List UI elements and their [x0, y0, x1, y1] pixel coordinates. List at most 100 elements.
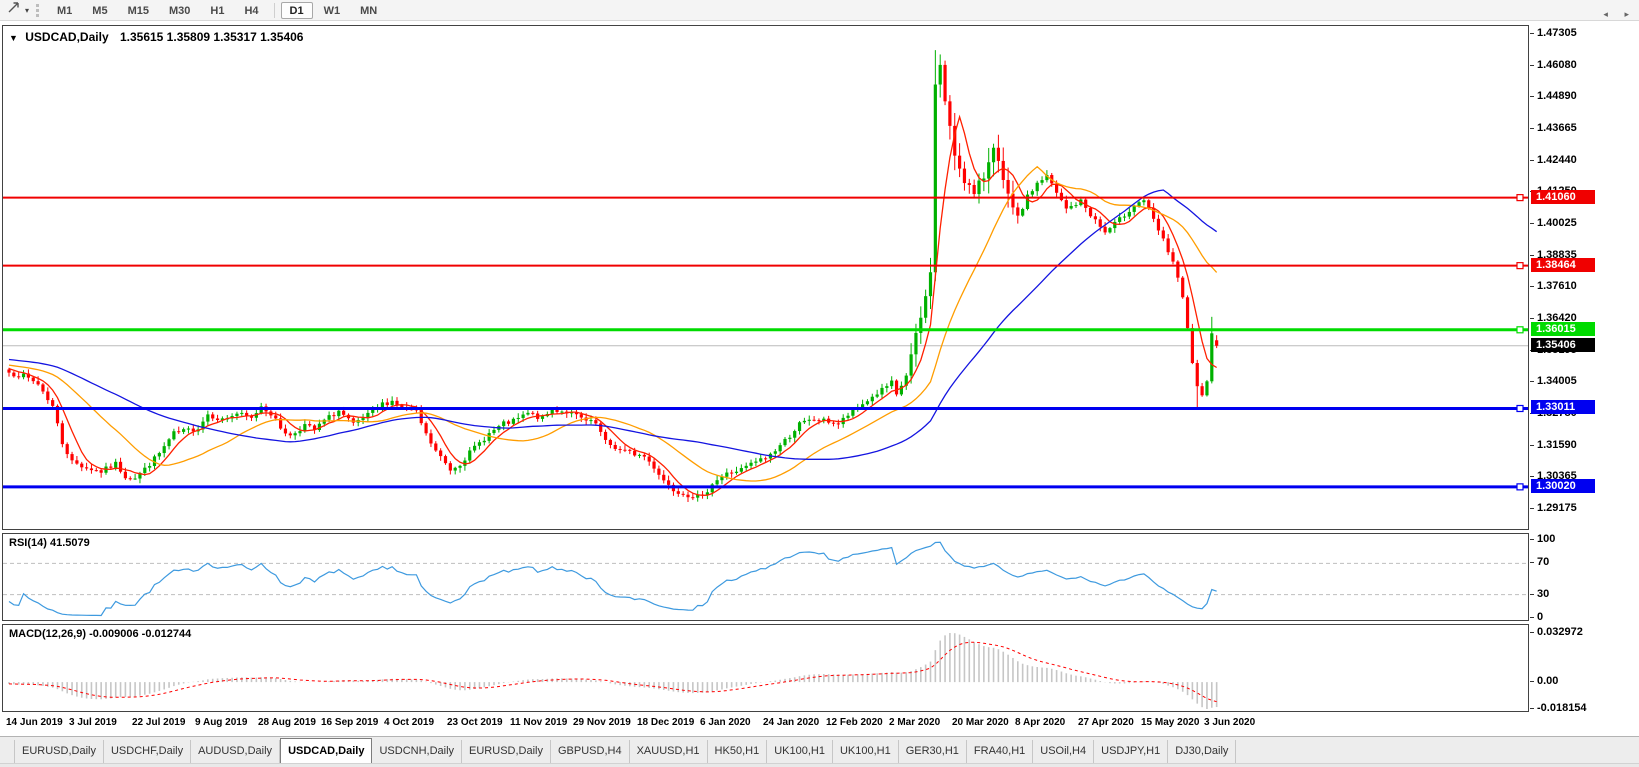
date-axis-label: 11 Nov 2019 [510, 717, 567, 728]
date-axis-label: 3 Jun 2020 [1204, 717, 1255, 728]
level-price-label: 1.30020 [1531, 479, 1595, 493]
date-axis-label: 29 Nov 2019 [573, 717, 631, 728]
ma-line-slow [9, 190, 1217, 459]
price-axis-tick: 1.34005 [1537, 375, 1577, 387]
timeframe-button-mn[interactable]: MN [351, 2, 386, 19]
date-axis-label: 3 Jul 2019 [69, 717, 117, 728]
toolbar-separator [274, 3, 275, 18]
chart-tab-fra40-h1[interactable]: FRA40,H1 [967, 740, 1033, 763]
chart-tab-hk50-h1[interactable]: HK50,H1 [708, 740, 768, 763]
chart-tab-bar: EURUSD,DailyUSDCHF,DailyAUDUSD,DailyUSDC… [0, 736, 1639, 763]
date-axis-label: 28 Aug 2019 [258, 717, 316, 728]
chart-tab-uk100-h1[interactable]: UK100,H1 [767, 740, 833, 763]
chart-tab-eurusd-daily[interactable]: EURUSD,Daily [462, 740, 551, 763]
date-axis-label: 12 Feb 2020 [826, 717, 883, 728]
timeframe-button-h4[interactable]: H4 [235, 2, 267, 19]
tab-scroll-buttons: ◂ ▸ [1589, 9, 1629, 20]
price-axis-tick: 1.47305 [1537, 27, 1577, 39]
price-chart-canvas[interactable] [3, 26, 1528, 529]
date-axis-label: 6 Jan 2020 [700, 717, 751, 728]
chart-tab-usdcad-daily[interactable]: USDCAD,Daily [280, 738, 372, 764]
axis-tick-mark [1530, 508, 1534, 509]
collapse-arrow-icon[interactable]: ▼ [9, 33, 18, 43]
macd-canvas[interactable] [3, 625, 1528, 711]
date-axis-label: 16 Sep 2019 [321, 717, 378, 728]
date-axis-label: 18 Dec 2019 [637, 717, 694, 728]
chart-tab-audusd-daily[interactable]: AUDUSD,Daily [191, 740, 280, 763]
timeframe-button-m1[interactable]: M1 [48, 2, 81, 19]
axis-tick-mark [1530, 160, 1534, 161]
chart-tab-usoil-h4[interactable]: USOil,H4 [1033, 740, 1094, 763]
rsi-label: RSI(14) 41.5079 [9, 537, 90, 549]
level-line-anchor[interactable] [1517, 327, 1523, 333]
chart-ohlc-values: 1.35615 1.35809 1.35317 1.35406 [120, 30, 304, 44]
price-axis-tick: 1.42440 [1537, 154, 1577, 166]
date-axis-label: 9 Aug 2019 [195, 717, 247, 728]
level-price-label: 1.36015 [1531, 322, 1595, 336]
tab-scroll-right-icon[interactable]: ▸ [1624, 9, 1629, 19]
chart-tab-eurusd-daily[interactable]: EURUSD,Daily [14, 740, 104, 763]
chart-tab-ger30-h1[interactable]: GER30,H1 [899, 740, 967, 763]
axis-tick-mark [1530, 632, 1534, 633]
axis-tick-mark [1530, 223, 1534, 224]
date-axis-label: 23 Oct 2019 [447, 717, 503, 728]
chart-tab-uk100-h1[interactable]: UK100,H1 [833, 740, 899, 763]
chart-tab-usdjpy-h1[interactable]: USDJPY,H1 [1094, 740, 1168, 763]
toolbar-grip-handle[interactable] [36, 4, 40, 17]
axis-tick-mark [1530, 96, 1534, 97]
timeframe-button-d1[interactable]: D1 [281, 2, 313, 19]
axis-tick-mark [1530, 539, 1534, 540]
macd-indicator-panel: MACD(12,26,9) -0.009006 -0.012744 [2, 624, 1529, 712]
timeframe-button-h1[interactable]: H1 [201, 2, 233, 19]
date-axis[interactable]: 14 Jun 20193 Jul 201922 Jul 20199 Aug 20… [2, 713, 1529, 733]
rsi-line [9, 542, 1217, 615]
price-axis-tick: 1.43665 [1537, 122, 1577, 134]
axis-tick-mark [1530, 562, 1534, 563]
axis-tick-mark [1530, 286, 1534, 287]
timeframe-button-w1[interactable]: W1 [315, 2, 350, 19]
price-axis-tick: 0.00 [1537, 675, 1558, 687]
chart-tab-usdchf-daily[interactable]: USDCHF,Daily [104, 740, 191, 763]
date-axis-label: 4 Oct 2019 [384, 717, 434, 728]
price-axis-tick: 70 [1537, 556, 1549, 568]
price-axis-tick: 0.032972 [1537, 626, 1583, 638]
price-chart-panel: ▼ USDCAD,Daily 1.35615 1.35809 1.35317 1… [2, 25, 1529, 530]
tab-scroll-left-icon[interactable]: ◂ [1603, 9, 1608, 19]
axis-tick-mark [1530, 255, 1534, 256]
axis-tick-mark [1530, 445, 1534, 446]
ma-line-fast [9, 117, 1217, 496]
timeframe-button-m15[interactable]: M15 [119, 2, 158, 19]
date-axis-label: 15 May 2020 [1141, 717, 1199, 728]
chart-tab-xauusd-h1[interactable]: XAUUSD,H1 [630, 740, 708, 763]
level-line-anchor[interactable] [1517, 484, 1523, 490]
timeframe-button-m30[interactable]: M30 [160, 2, 199, 19]
level-price-label: 1.41060 [1531, 190, 1595, 204]
chart-tab-dj30-daily[interactable]: DJ30,Daily [1168, 740, 1236, 763]
chart-tab-gbpusd-h4[interactable]: GBPUSD,H4 [551, 740, 630, 763]
level-line-anchor[interactable] [1517, 263, 1523, 269]
price-axis-tick: 30 [1537, 588, 1549, 600]
price-axis-tick: 1.46080 [1537, 59, 1577, 71]
cursor-tool-button[interactable] [4, 2, 22, 19]
price-axis-tick: 100 [1537, 533, 1555, 545]
date-axis-label: 27 Apr 2020 [1078, 717, 1134, 728]
price-axis-tick: -0.018154 [1537, 702, 1587, 714]
chart-tab-usdcnh-daily[interactable]: USDCNH,Daily [372, 740, 462, 763]
price-axis[interactable]: 1.473051.460801.448901.436651.424401.412… [1529, 25, 1639, 713]
axis-tick-mark [1530, 65, 1534, 66]
price-axis-tick: 1.40025 [1537, 217, 1577, 229]
price-axis-tick: 1.44890 [1537, 90, 1577, 102]
axis-tick-mark [1530, 318, 1534, 319]
axis-tick-mark [1530, 33, 1534, 34]
date-axis-label: 24 Jan 2020 [763, 717, 819, 728]
chart-symbol-label: USDCAD,Daily [25, 30, 108, 44]
rsi-canvas[interactable] [3, 534, 1528, 620]
timeframe-button-m5[interactable]: M5 [83, 2, 116, 19]
axis-tick-mark [1530, 617, 1534, 618]
date-axis-label: 14 Jun 2019 [6, 717, 63, 728]
tool-dropdown-caret[interactable]: ▾ [22, 6, 32, 15]
level-price-label: 1.38464 [1531, 258, 1595, 272]
level-line-anchor[interactable] [1517, 405, 1523, 411]
price-axis-tick: 0 [1537, 611, 1543, 623]
level-line-anchor[interactable] [1517, 195, 1523, 201]
